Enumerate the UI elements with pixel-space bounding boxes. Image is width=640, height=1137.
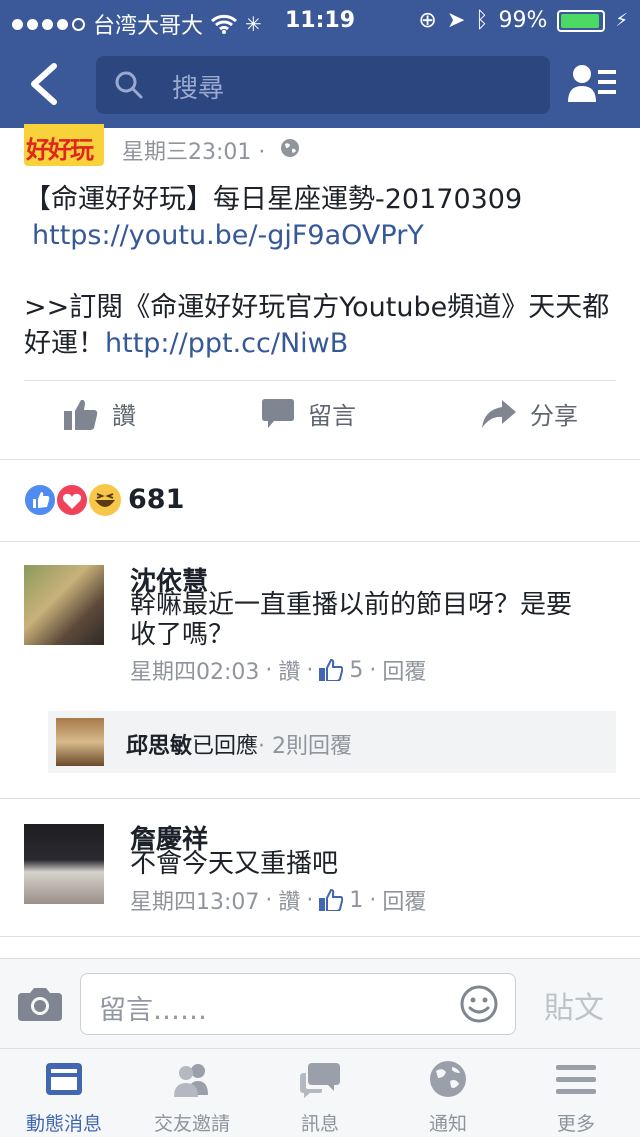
- comment-composer: 留言…… 貼文: [0, 958, 640, 1049]
- tab-label: 交友邀請: [153, 1113, 230, 1135]
- reaction-icons[interactable]: [24, 483, 124, 517]
- friends-icon: [174, 1064, 208, 1097]
- post-comment-button[interactable]: 貼文: [544, 983, 604, 1027]
- reply-summary[interactable]: 邱思敏已回應· 2則回覆: [48, 711, 616, 773]
- emoji-icon[interactable]: [459, 984, 499, 1024]
- tab-label: 通知: [428, 1113, 467, 1135]
- share-button[interactable]: 分享: [482, 396, 578, 431]
- comment-reply-link[interactable]: 回覆: [382, 654, 426, 686]
- comment-like-count: 5: [349, 657, 364, 683]
- back-arrow-icon[interactable]: [26, 62, 62, 106]
- tab-news-feed[interactable]: 動態消息: [0, 1049, 128, 1137]
- comment-meta: 星期四13:07 · 讚 · 1 · 回覆: [130, 884, 426, 916]
- divider: [0, 459, 640, 460]
- comment-reply-link[interactable]: 回覆: [382, 884, 426, 916]
- comment-meta: 星期四02:03 · 讚 · 5 · 回覆: [130, 654, 426, 686]
- comment-like-link[interactable]: 讚: [278, 884, 300, 916]
- share-icon: [482, 399, 516, 428]
- tab-label: 更多: [556, 1113, 595, 1135]
- tab-messages[interactable]: 訊息: [256, 1049, 384, 1137]
- post-text-line3-start: 好運！: [24, 328, 105, 359]
- messages-icon: [300, 1063, 340, 1098]
- tab-notifications[interactable]: 通知: [384, 1049, 512, 1137]
- bluetooth-icon: ᛒ: [475, 8, 489, 33]
- like-label: 讚: [112, 402, 136, 430]
- search-bar[interactable]: 搜尋: [96, 56, 550, 114]
- comment-text: 不會今天又重播吧: [130, 849, 339, 879]
- comment-placeholder: 留言……: [99, 995, 207, 1026]
- post-link-2[interactable]: http://ppt.cc/NiwB: [105, 328, 348, 359]
- globe-notifications-icon: [430, 1061, 466, 1097]
- comment-text: 收了嗎？: [130, 620, 235, 650]
- news-feed-icon: [46, 1063, 82, 1095]
- camera-icon[interactable]: [18, 987, 62, 1021]
- comment-time: 星期四13:07: [130, 890, 260, 915]
- page-logo-text: 好好玩: [26, 136, 94, 164]
- thumbs-up-icon: [319, 659, 344, 681]
- avatar[interactable]: [24, 565, 104, 645]
- reply-author: 邱思敏: [126, 734, 193, 759]
- battery-percent: 99%: [498, 8, 548, 33]
- comment-label: 留言: [308, 402, 356, 430]
- avatar[interactable]: [24, 824, 104, 904]
- post-text-line3: 好運！http://ppt.cc/NiwB: [24, 326, 348, 362]
- tab-label: 訊息: [300, 1113, 339, 1135]
- comment-input[interactable]: 留言……: [80, 973, 516, 1035]
- thumbs-up-icon: [64, 399, 98, 430]
- divider: [0, 541, 640, 542]
- reply-summary-text: 邱思敏已回應· 2則回覆: [126, 728, 352, 760]
- battery-icon: [557, 9, 606, 32]
- post-link-1[interactable]: https://youtu.be/-gjF9aOVPrY: [32, 218, 424, 254]
- thumbs-up-icon: [319, 889, 344, 911]
- comment-like-count: 1: [349, 887, 364, 913]
- post-text-line2: >>訂閱《命運好好玩官方Youtube頻道》天天都: [24, 292, 610, 323]
- divider: [0, 798, 640, 799]
- divider: [24, 380, 616, 381]
- location-icon: ➤: [446, 8, 466, 33]
- globe-icon: [281, 139, 299, 157]
- like-button[interactable]: 讚: [64, 396, 136, 431]
- search-placeholder: 搜尋: [172, 74, 225, 104]
- reply-action: 已回應: [192, 734, 259, 759]
- share-label: 分享: [530, 402, 578, 430]
- search-icon: [115, 71, 143, 99]
- tab-more[interactable]: 更多: [512, 1049, 640, 1137]
- comment-time: 星期四02:03: [130, 660, 260, 685]
- menu-icon: [556, 1065, 596, 1094]
- post-timestamp[interactable]: 星期三23:01 ·: [122, 134, 265, 166]
- status-bar: 台湾大哥大 ✳ 11:19 ⊕ ➤ ᛒ 99% ⚡: [0, 0, 640, 42]
- tab-friend-requests[interactable]: 交友邀請: [128, 1049, 256, 1137]
- comment-button[interactable]: 留言: [262, 396, 356, 431]
- reply-count: · 2則回覆: [258, 734, 353, 759]
- page-logo[interactable]: 好好玩: [24, 124, 104, 166]
- divider: [0, 936, 640, 937]
- avatar[interactable]: [56, 718, 104, 766]
- tab-label: 動態消息: [25, 1113, 102, 1135]
- friends-list-icon[interactable]: [568, 62, 618, 106]
- rotation-lock-icon: ⊕: [418, 8, 437, 33]
- tab-bar: 動態消息 交友邀請 訊息 通知 更多: [0, 1048, 640, 1137]
- comment-text: 幹嘛最近一直重播以前的節目呀？是要: [130, 590, 573, 620]
- comment-icon: [262, 398, 294, 428]
- comment-like-link[interactable]: 讚: [278, 654, 300, 686]
- charging-icon: ⚡: [615, 10, 628, 31]
- post-text-line1: 【命運好好玩】每日星座運勢-20170309: [24, 184, 523, 215]
- reaction-count[interactable]: 681: [128, 484, 184, 515]
